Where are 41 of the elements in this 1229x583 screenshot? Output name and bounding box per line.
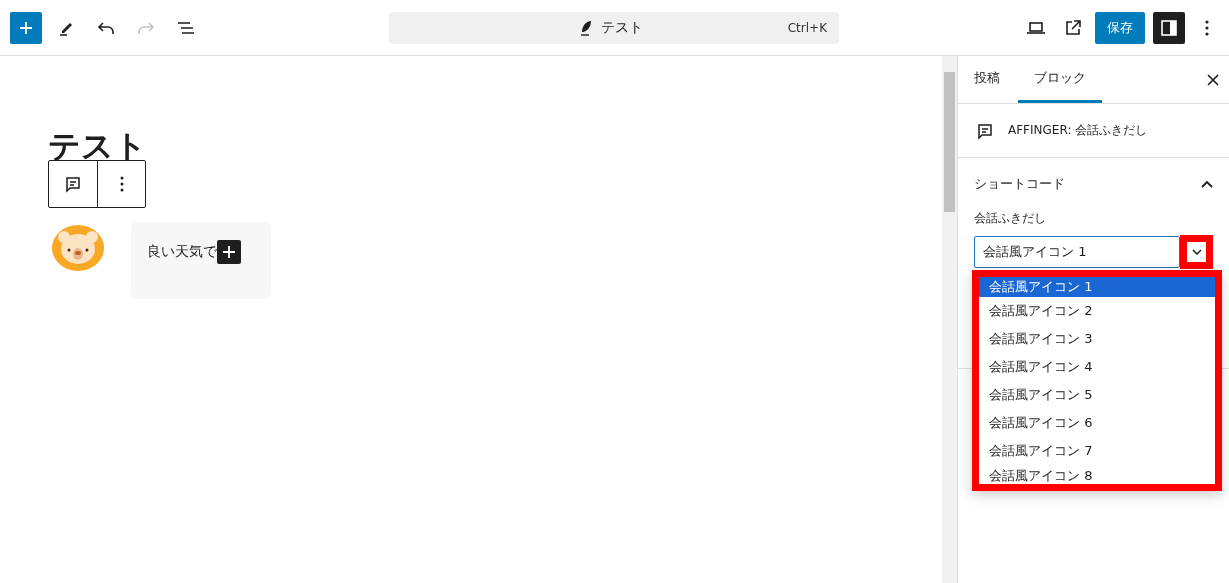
lion-avatar bbox=[51, 224, 105, 272]
dropdown-option[interactable]: 会話風アイコン 6 bbox=[979, 409, 1215, 437]
post-title[interactable]: テスト bbox=[48, 128, 942, 164]
laptop-icon[interactable] bbox=[1026, 19, 1046, 36]
bubble-text[interactable]: 良い天気で bbox=[147, 240, 217, 262]
close-icon[interactable] bbox=[1207, 73, 1219, 86]
chevron-down-icon[interactable] bbox=[1191, 249, 1202, 255]
external-link-icon[interactable] bbox=[1064, 18, 1082, 37]
field-label: 会話ふきだし bbox=[974, 210, 1047, 227]
dropdown-option[interactable]: 会話風アイコン 4 bbox=[979, 353, 1215, 381]
dropdown-option[interactable]: 会話風アイコン 7 bbox=[979, 437, 1215, 465]
shortcut-hint: Ctrl+K bbox=[787, 20, 827, 35]
feather-icon bbox=[579, 18, 593, 37]
dropdown-option[interactable]: 会話風アイコン 5 bbox=[979, 381, 1215, 409]
add-button[interactable] bbox=[10, 11, 42, 44]
sidebar-tab[interactable]: ブロック bbox=[1018, 56, 1102, 103]
panel-title[interactable]: ショートコード bbox=[974, 175, 1065, 193]
chevron-icon[interactable] bbox=[1201, 180, 1213, 188]
more-options-icon bbox=[119, 176, 124, 192]
plus-icon bbox=[222, 245, 236, 259]
block-name: AFFINGER: 会話ふきだし bbox=[1008, 122, 1148, 139]
dropdown-option[interactable]: 会話風アイコン 1 bbox=[979, 277, 1215, 297]
undo-icon bbox=[96, 19, 116, 36]
command-bar[interactable]: テスト Ctrl+K bbox=[389, 11, 839, 44]
dropdown-option[interactable]: 会話風アイコン 2 bbox=[979, 297, 1215, 325]
document-title: テスト bbox=[601, 18, 643, 37]
more-options-icon[interactable] bbox=[1204, 18, 1210, 37]
list-view-icon bbox=[176, 19, 196, 36]
settings-toggle-button[interactable] bbox=[1153, 11, 1185, 44]
scrollbar-thumb[interactable] bbox=[944, 72, 955, 212]
redo-icon bbox=[136, 19, 156, 36]
dropdown-option[interactable]: 会話風アイコン 8 bbox=[979, 465, 1215, 484]
dropdown-option[interactable]: 会話風アイコン 3 bbox=[979, 325, 1215, 353]
select-field[interactable]: 会話風アイコン 1 bbox=[974, 236, 1180, 268]
sidebar-panel-icon bbox=[1160, 18, 1178, 37]
speech-bubble-icon bbox=[976, 121, 994, 140]
sidebar-tab[interactable]: 投稿 bbox=[966, 56, 1008, 103]
plus-icon bbox=[18, 19, 34, 36]
save-button[interactable]: 保存 bbox=[1095, 11, 1145, 44]
scrollbar[interactable] bbox=[942, 56, 958, 583]
add-block-button[interactable] bbox=[217, 240, 241, 264]
